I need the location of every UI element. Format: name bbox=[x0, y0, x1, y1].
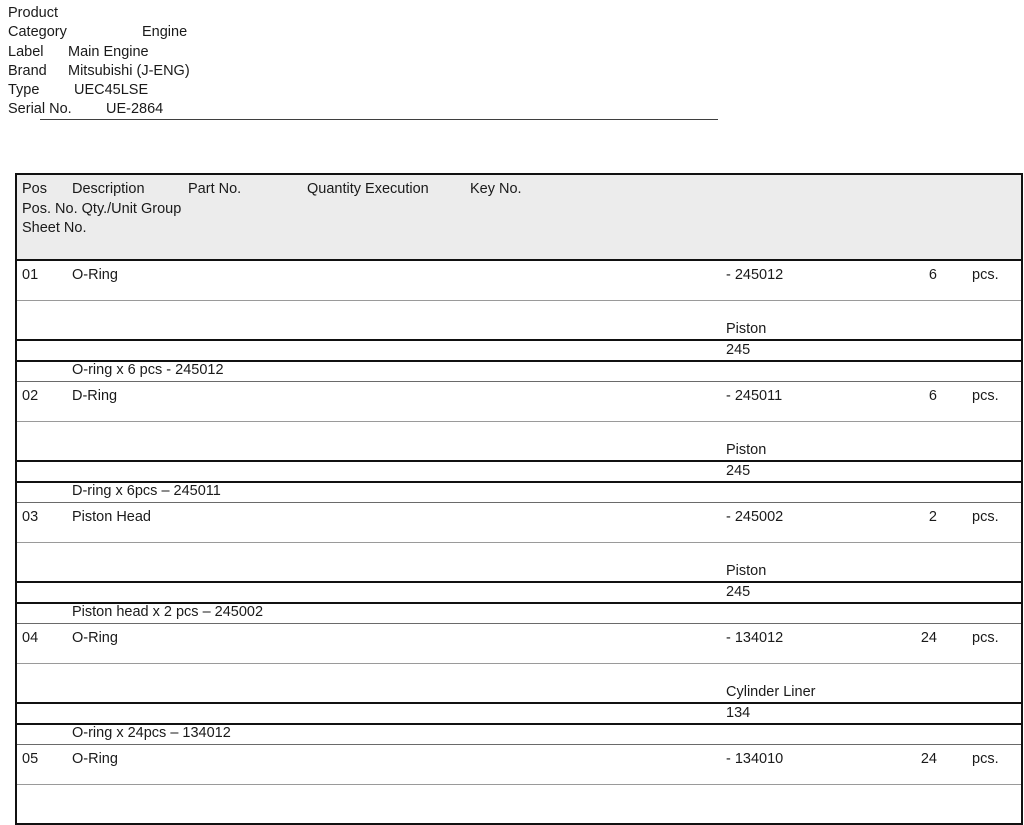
column-header-pos: Pos bbox=[22, 181, 47, 197]
cell-sheet-no: 245 bbox=[726, 342, 751, 358]
table-row-group: Piston bbox=[17, 543, 1021, 583]
table-row-main[interactable]: 01 O-Ring - 245012 6 pcs. bbox=[17, 261, 1021, 301]
cell-note: O-ring x 6 pcs - 245012 bbox=[72, 362, 224, 378]
column-header-quantity-execution: Quantity Execution bbox=[307, 181, 429, 197]
cell-note: Piston head x 2 pcs – 245002 bbox=[72, 604, 264, 620]
column-header-key-no: Key No. bbox=[470, 181, 522, 197]
field-label-brand: Brand bbox=[8, 62, 47, 79]
field-value-type: UEC45LSE bbox=[74, 82, 149, 99]
cell-unit: pcs. bbox=[972, 630, 999, 646]
cell-description: D-Ring bbox=[72, 388, 118, 404]
product-field-category: Category Engine bbox=[8, 23, 748, 42]
cell-pos: 02 bbox=[22, 388, 39, 404]
cell-quantity: 6 bbox=[928, 388, 937, 404]
cell-sheet-no: 245 bbox=[726, 584, 751, 600]
table-row-group: Cylinder Liner bbox=[17, 664, 1021, 704]
column-header-subline-2: Sheet No. bbox=[22, 220, 87, 236]
cell-part-no: - 245012 bbox=[726, 267, 784, 283]
product-field-brand: Brand Mitsubishi (J-ENG) bbox=[8, 62, 748, 81]
cell-note: O-ring x 24pcs – 134012 bbox=[72, 725, 231, 741]
cell-unit: pcs. bbox=[972, 751, 999, 767]
table-row[interactable]: 04 O-Ring - 134012 24 pcs. Cylinder Line… bbox=[17, 624, 1021, 745]
table-row-note: Piston head x 2 pcs – 245002 bbox=[17, 604, 1021, 624]
table-row[interactable]: 05 O-Ring - 134010 24 pcs. bbox=[17, 745, 1021, 825]
table-row-main[interactable]: 04 O-Ring - 134012 24 pcs. bbox=[17, 624, 1021, 664]
cell-pos: 04 bbox=[22, 630, 39, 646]
page-title: Product bbox=[8, 5, 58, 21]
table-header: Pos Description Part No. Quantity Execut… bbox=[17, 175, 1021, 261]
field-value-brand: Mitsubishi (J-ENG) bbox=[68, 62, 190, 79]
cell-description: O-Ring bbox=[72, 630, 118, 646]
table-row-note: O-ring x 6 pcs - 245012 bbox=[17, 362, 1021, 382]
cell-group: Piston bbox=[726, 321, 767, 337]
cell-note: D-ring x 6pcs – 245011 bbox=[72, 483, 221, 499]
field-value-category: Engine bbox=[142, 24, 188, 41]
table-row-main[interactable]: 05 O-Ring - 134010 24 pcs. bbox=[17, 745, 1021, 785]
table-row-note: D-ring x 6pcs – 245011 bbox=[17, 483, 1021, 503]
cell-description: Piston Head bbox=[72, 509, 151, 525]
cell-quantity: 2 bbox=[928, 509, 937, 525]
cell-pos: 05 bbox=[22, 751, 39, 767]
product-field-type: Type UEC45LSE bbox=[8, 81, 748, 100]
cell-group: Piston bbox=[726, 563, 767, 579]
table-row-sheet: 245 bbox=[17, 462, 1021, 483]
header-divider-rule bbox=[40, 119, 718, 120]
table-row[interactable]: 03 Piston Head - 245002 2 pcs. Piston 24… bbox=[17, 503, 1021, 624]
cell-group: Piston bbox=[726, 442, 767, 458]
cell-pos: 03 bbox=[22, 509, 39, 525]
cell-part-no: - 245011 bbox=[726, 388, 783, 404]
cell-unit: pcs. bbox=[972, 388, 999, 404]
cell-unit: pcs. bbox=[972, 509, 999, 525]
table-row-sheet: 245 bbox=[17, 583, 1021, 604]
table-row[interactable]: 01 O-Ring - 245012 6 pcs. Piston 245 O-r… bbox=[17, 261, 1021, 382]
cell-pos: 01 bbox=[22, 267, 39, 283]
product-field-serial-no: Serial No. UE-2864 bbox=[8, 100, 748, 119]
column-header-subline-1: Pos. No. Qty./Unit Group bbox=[22, 200, 182, 217]
table-row-group bbox=[17, 785, 1021, 825]
cell-part-no: - 245002 bbox=[726, 509, 784, 525]
cell-description: O-Ring bbox=[72, 267, 118, 283]
cell-sheet-no: 245 bbox=[726, 463, 751, 479]
table-row-note: O-ring x 24pcs – 134012 bbox=[17, 725, 1021, 745]
table-row-main[interactable]: 03 Piston Head - 245002 2 pcs. bbox=[17, 503, 1021, 543]
table-row-main[interactable]: 02 D-Ring - 245011 6 pcs. bbox=[17, 382, 1021, 422]
cell-unit: pcs. bbox=[972, 267, 999, 283]
product-info-block: Product Category Engine Label Main Engin… bbox=[8, 4, 748, 120]
field-value-serial-no: UE-2864 bbox=[106, 101, 164, 118]
cell-sheet-no: 134 bbox=[726, 705, 751, 721]
field-value-label: Main Engine bbox=[68, 43, 149, 60]
column-header-description: Description bbox=[72, 181, 145, 197]
field-label-label: Label bbox=[8, 43, 44, 60]
cell-group: Cylinder Liner bbox=[726, 684, 816, 700]
table-row-sheet: 245 bbox=[17, 341, 1021, 362]
cell-part-no: - 134010 bbox=[726, 751, 784, 767]
cell-quantity: 6 bbox=[928, 267, 937, 283]
parts-table: Pos Description Part No. Quantity Execut… bbox=[15, 173, 1023, 825]
field-label-category: Category bbox=[8, 24, 67, 41]
product-field-label: Label Main Engine bbox=[8, 43, 748, 62]
column-header-part-no: Part No. bbox=[188, 181, 242, 197]
table-row-sheet: 134 bbox=[17, 704, 1021, 725]
field-label-serial-no: Serial No. bbox=[8, 101, 72, 118]
product-title-row: Product bbox=[8, 4, 748, 23]
table-row-group: Piston bbox=[17, 422, 1021, 462]
table-row[interactable]: 02 D-Ring - 245011 6 pcs. Piston 245 D-r… bbox=[17, 382, 1021, 503]
cell-description: O-Ring bbox=[72, 751, 118, 767]
cell-quantity: 24 bbox=[920, 751, 937, 767]
cell-quantity: 24 bbox=[920, 630, 937, 646]
field-label-type: Type bbox=[8, 82, 40, 99]
table-row-group: Piston bbox=[17, 301, 1021, 341]
cell-part-no: - 134012 bbox=[726, 630, 784, 646]
